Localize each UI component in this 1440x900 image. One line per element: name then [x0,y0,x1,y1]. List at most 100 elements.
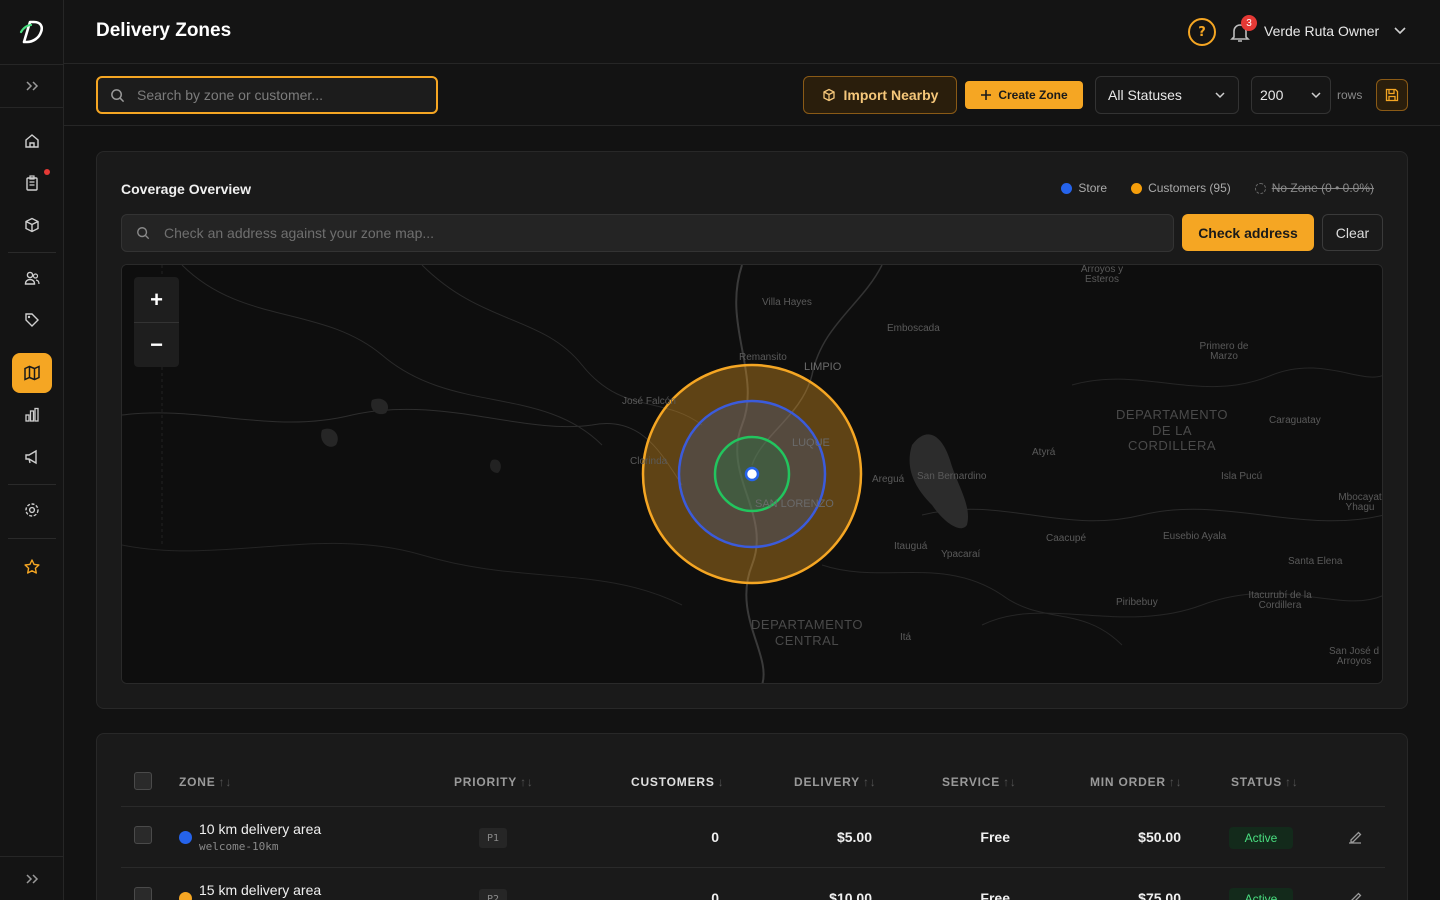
edit-icon[interactable] [1347,829,1363,845]
import-nearby-button[interactable]: Import Nearby [803,76,957,114]
map-label: Piribebuy [1116,597,1158,608]
nav-products[interactable] [12,205,52,245]
map-label: Primero de Marzo [1199,341,1249,362]
search-icon [111,88,125,102]
coverage-title: Coverage Overview [121,181,251,197]
priority-badge: P1 [479,828,507,848]
nav-settings[interactable] [12,490,52,530]
notification-badge: 3 [1241,15,1257,31]
expand-sidebar-button[interactable] [0,64,64,108]
coverage-overview-card: Coverage Overview Store Customers (95) N… [96,151,1408,709]
chevrons-right-icon [26,81,39,91]
import-nearby-label: Import Nearby [843,87,939,103]
nav-orders[interactable] [12,163,52,203]
map-label: Isla Pucú [1221,471,1263,482]
customers-count: 0 [711,829,719,845]
user-menu-name[interactable]: Verde Ruta Owner [1264,23,1379,39]
table-header: ZONE ↑↓ PRIORITY ↑↓ CUSTOMERS ↓ DELIVERY ↑↓ … [121,760,1385,807]
legend-dot [1254,182,1266,194]
zoom-in-button[interactable]: + [134,277,179,322]
rows-label: rows [1337,88,1363,102]
address-check-field[interactable] [121,214,1174,252]
save-button[interactable] [1376,79,1408,111]
row-checkbox[interactable] [134,826,152,844]
create-zone-button[interactable]: Create Zone [965,81,1083,109]
nav-promotions[interactable] [12,300,52,340]
status-filter-select[interactable]: All Statuses [1095,76,1239,114]
rows-per-page-select[interactable]: 200 [1251,76,1331,114]
collapse-sidebar-button[interactable] [0,856,64,900]
nav-favorites[interactable] [12,547,52,587]
row-checkbox[interactable] [134,887,152,900]
service-fee: Free [980,829,1010,845]
map-label: SAN LORENZO [755,498,834,510]
nav-analytics[interactable] [12,395,52,435]
notification-dot [44,169,50,175]
legend-dot [1061,182,1073,194]
map-label: Caraguatay [1269,415,1321,426]
nav-marketing[interactable] [12,437,52,477]
zoom-control: + − [134,277,179,367]
app: Delivery Zones ? 3 Verde Ruta Owner Impo… [0,0,1440,900]
chevron-down-icon[interactable] [1392,22,1408,38]
map-label: Villa Hayes [762,297,812,308]
check-address-button[interactable]: Check address [1182,214,1314,251]
column-header-priority[interactable]: PRIORITY ↑↓ [454,775,534,789]
column-header-zone[interactable]: ZONE ↑↓ [179,775,232,789]
edit-icon[interactable] [1347,890,1363,900]
nav-home[interactable] [12,121,52,161]
search-input[interactable] [137,87,417,103]
home-icon [25,134,39,148]
legend-customers-label: Customers (95) [1148,181,1231,195]
column-header-service[interactable]: SERVICE ↑↓ [942,775,1017,789]
address-check-input[interactable] [164,225,1064,241]
map-label: Mbocayat Yhagu [1338,492,1382,513]
map-label: LIMPIO [804,361,842,373]
megaphone-icon [25,449,37,465]
brand-logo[interactable] [18,18,46,46]
map-label: Eusebio Ayala [1163,531,1227,542]
map-label: Areguá [872,474,905,485]
legend-no-zone[interactable]: No Zone (0 • 0.0%) [1254,181,1374,195]
status-filter-value: All Statuses [1108,87,1182,103]
min-order: $75.00 [1138,890,1181,900]
chevrons-right-icon [26,873,39,884]
store-marker[interactable] [744,466,760,482]
top-header: Delivery Zones ? 3 Verde Ruta Owner [64,0,1440,64]
select-all-checkbox[interactable] [134,772,152,790]
rows-per-page-value: 200 [1260,87,1284,103]
legend-customers[interactable]: Customers (95) [1131,181,1231,195]
create-zone-label: Create Zone [998,88,1068,102]
nav-customers[interactable] [12,258,52,298]
column-header-customers[interactable]: CUSTOMERS ↓ [631,775,724,789]
map-label: Itá [900,632,912,643]
table-row[interactable]: 10 km delivery area welcome-10km P1 0 $5… [121,807,1385,868]
column-header-min-order[interactable]: MIN ORDER ↑↓ [1090,775,1182,789]
star-icon [24,559,40,574]
map-label: Itacurubí de la Cordillera [1248,590,1312,611]
zone-name[interactable]: 10 km delivery area [199,821,321,837]
clipboard-icon [26,175,38,191]
column-header-delivery[interactable]: DELIVERY ↑↓ [794,775,877,789]
table-row[interactable]: 15 km delivery area P2 0 $10.00 Free $75… [121,868,1385,900]
zone-name[interactable]: 15 km delivery area [199,882,321,898]
map-label: Atyrá [1032,447,1056,458]
legend-store[interactable]: Store [1061,181,1107,195]
sidebar-divider [8,484,56,485]
search-icon [137,227,150,240]
clear-button[interactable]: Clear [1322,214,1383,251]
zone-map[interactable]: + − Arroyos y Esteros Villa Hayes Embosc… [121,264,1383,684]
search-field[interactable] [96,76,438,114]
map-label: Remansito [739,352,787,363]
nav-delivery-zones[interactable] [12,353,52,393]
map-label: San Bernardino [917,471,987,482]
column-header-status[interactable]: STATUS ↑↓ [1231,775,1299,789]
help-icon[interactable]: ? [1188,18,1216,46]
zoom-out-button[interactable]: − [134,322,179,367]
status-badge: Active [1229,888,1293,900]
legend-no-zone-label: No Zone (0 • 0.0%) [1271,181,1374,195]
map-label: Itauguá [894,541,928,552]
map-label: Santa Elena [1288,556,1343,567]
toolbar: Import Nearby Create Zone All Statuses 2… [64,64,1440,126]
sidebar-divider [8,252,56,253]
